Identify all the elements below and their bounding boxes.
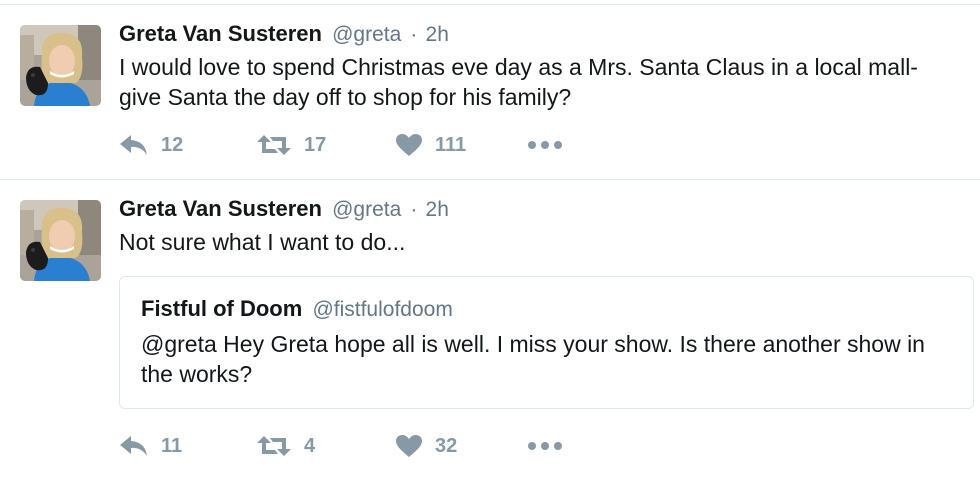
avatar[interactable]	[20, 200, 101, 281]
quoted-author-handle: @fistfulofdoom	[312, 298, 453, 321]
author-handle[interactable]: @greta	[332, 198, 401, 221]
more-button[interactable]	[527, 130, 563, 160]
author-handle[interactable]: @greta	[332, 23, 401, 46]
reply-icon	[120, 436, 147, 456]
retweet-count: 17	[304, 133, 327, 156]
more-dots-icon	[528, 442, 562, 450]
tweet[interactable]: Greta Van Susteren @greta · 2h I would l…	[0, 5, 980, 180]
tweet-header: Greta Van Susteren @greta · 2h	[119, 196, 449, 223]
tweet[interactable]: Greta Van Susteren @greta · 2h Not sure …	[0, 180, 980, 477]
tweet-actions: 12 17 111	[119, 130, 599, 160]
reply-button[interactable]: 11	[119, 431, 182, 461]
retweet-icon	[257, 436, 291, 456]
reply-icon	[120, 135, 147, 155]
timestamp[interactable]: 2h	[426, 198, 449, 221]
author-name[interactable]: Greta Van Susteren	[119, 196, 322, 221]
reply-count: 11	[161, 434, 183, 457]
retweet-icon	[257, 135, 291, 155]
tweet-actions: 11 4 32	[119, 431, 599, 461]
timestamp[interactable]: 2h	[426, 23, 449, 46]
retweet-button[interactable]: 4	[256, 431, 315, 461]
tweet-header: Greta Van Susteren @greta · 2h	[119, 21, 449, 48]
quoted-tweet-header: Fistful of Doom @fistfulofdoom	[141, 296, 453, 323]
like-button[interactable]: 111	[395, 130, 466, 160]
like-count: 32	[435, 434, 458, 457]
retweet-count: 4	[304, 434, 316, 457]
separator: ·	[410, 198, 418, 221]
separator: ·	[410, 23, 418, 46]
avatar[interactable]	[20, 25, 101, 106]
reply-button[interactable]: 12	[119, 130, 183, 160]
more-dots-icon	[528, 141, 562, 149]
heart-icon	[396, 435, 422, 457]
author-name[interactable]: Greta Van Susteren	[119, 21, 322, 46]
more-button[interactable]	[527, 431, 563, 461]
tweet-feed: Greta Van Susteren @greta · 2h I would l…	[0, 0, 980, 477]
quoted-tweet-text: @greta Hey Greta hope all is well. I mis…	[141, 331, 925, 387]
quoted-tweet[interactable]: Fistful of Doom @fistfulofdoom @greta He…	[119, 276, 974, 409]
tweet-text: I would love to spend Christmas eve day …	[119, 54, 918, 110]
heart-icon	[396, 134, 422, 156]
quoted-author-name: Fistful of Doom	[141, 296, 303, 321]
like-button[interactable]: 32	[395, 431, 457, 461]
like-count: 111	[435, 133, 467, 156]
retweet-button[interactable]: 17	[256, 130, 326, 160]
tweet-text: Not sure what I want to do...	[119, 229, 406, 255]
reply-count: 12	[161, 133, 184, 156]
